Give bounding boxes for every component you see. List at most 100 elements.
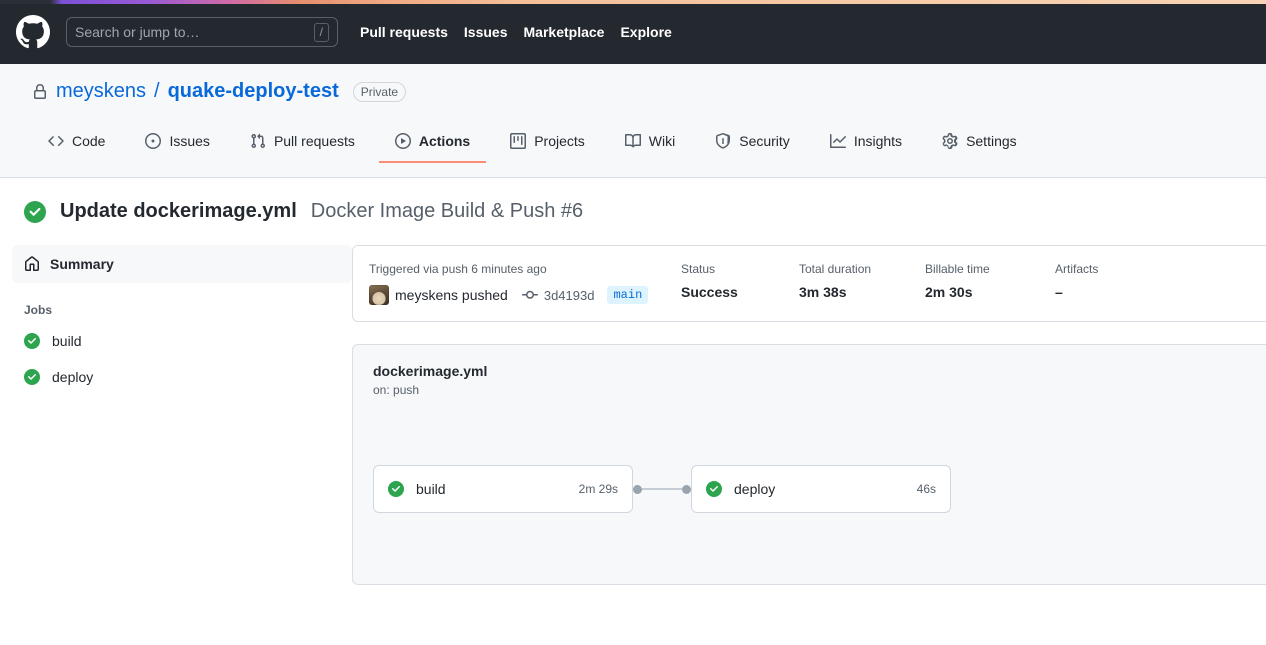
edge-line — [642, 488, 682, 490]
stat-value: 2m 30s — [925, 284, 973, 300]
repo-tab-settings[interactable]: Settings — [926, 125, 1033, 163]
branch-badge[interactable]: main — [607, 286, 649, 304]
sidebar-jobs-heading: Jobs — [24, 303, 53, 317]
sidebar-job-label: deploy — [52, 369, 94, 385]
page-load-progress-bar — [0, 0, 1266, 4]
graph-node-deploy[interactable]: deploy 46s — [691, 465, 951, 513]
repo-tab-label: Projects — [534, 133, 585, 149]
edge-dot-target — [682, 484, 691, 494]
check-circle-fill-icon — [388, 481, 404, 497]
global-header: Search or jump to… / Pull requests Issue… — [0, 0, 1266, 64]
commit-sha[interactable]: 3d4193d — [544, 288, 595, 303]
search-input[interactable]: Search or jump to… / — [66, 17, 338, 47]
stat-label: Billable time — [925, 262, 990, 276]
check-circle-fill-icon — [24, 369, 40, 385]
stat-total-duration: Total duration 3m 38s — [799, 262, 925, 300]
repo-tab-label: Issues — [169, 133, 210, 149]
run-body: Summary Jobs build deploy Triggered via … — [0, 223, 1266, 585]
git-commit-icon — [521, 290, 538, 299]
run-main: Triggered via push 6 minutes ago meysken… — [352, 245, 1266, 585]
repo-tab-issues[interactable]: Issues — [129, 125, 225, 163]
shield-icon — [716, 133, 731, 149]
stat-value: 3m 38s — [799, 284, 847, 300]
run-workflow-label: Docker Image Build & Push #6 — [310, 200, 584, 222]
graph-node-duration: 2m 29s — [578, 482, 618, 496]
repo-header: meyskens / quake-deploy-test Private Cod… — [0, 64, 1266, 178]
repo-tab-label: Actions — [418, 133, 471, 149]
trigger-info: Triggered via push 6 minutes ago meysken… — [369, 262, 681, 305]
github-mark-icon[interactable] — [16, 15, 50, 49]
stat-label: Artifacts — [1055, 262, 1099, 276]
check-circle-fill-icon — [706, 481, 722, 497]
stat-artifacts: Artifacts – — [1055, 262, 1155, 300]
header-nav-issues[interactable]: Issues — [464, 24, 508, 40]
run-summary-panel: Triggered via push 6 minutes ago meysken… — [352, 245, 1266, 322]
issue-opened-icon — [145, 133, 162, 149]
run-header: Update dockerimage.yml Docker Image Buil… — [0, 178, 1266, 223]
repo-tab-label: Settings — [966, 133, 1017, 149]
lock-icon — [34, 83, 46, 99]
sidebar-job-build[interactable]: build — [12, 323, 352, 359]
sidebar-item-summary-label: Summary — [50, 256, 114, 272]
stat-label: Total duration — [799, 262, 872, 276]
repo-tab-wiki[interactable]: Wiki — [609, 125, 691, 163]
actor-name[interactable]: meyskens pushed — [395, 287, 508, 303]
stat-value: Success — [681, 284, 738, 300]
repo-tab-label: Wiki — [648, 133, 676, 149]
stat-label: Status — [681, 262, 716, 276]
edge-dot-source — [633, 484, 642, 494]
workflow-graph-row: build 2m 29s deploy 46s — [373, 465, 1251, 513]
sidebar-job-label: build — [52, 333, 82, 349]
repo-title: meyskens / quake-deploy-test Private — [32, 80, 1234, 103]
home-icon — [25, 256, 39, 271]
repo-tab-projects[interactable]: Projects — [494, 125, 601, 163]
gear-icon — [942, 133, 958, 149]
pusher-row: meyskens pushed 3d4193d main — [369, 285, 681, 305]
check-circle-fill-icon — [24, 333, 40, 349]
avatar[interactable] — [369, 285, 389, 305]
repo-nav: Code Issues Pull requests Actions Projec… — [32, 115, 1234, 163]
trigger-text: Triggered via push 6 minutes ago — [369, 262, 547, 276]
stat-status: Status Success — [681, 262, 799, 300]
workflow-file-name: dockerimage.yml — [373, 363, 488, 379]
stat-value: – — [1055, 284, 1063, 300]
git-pull-request-icon — [251, 133, 265, 149]
search-shortcut-key: / — [313, 22, 329, 42]
header-nav-pull-requests[interactable]: Pull requests — [360, 24, 448, 40]
repo-tab-label: Pull requests — [273, 133, 355, 149]
repo-tab-label: Insights — [853, 133, 903, 149]
repo-name-link[interactable]: quake-deploy-test — [168, 80, 339, 103]
graph-icon — [829, 134, 846, 148]
sidebar-job-deploy[interactable]: deploy — [12, 359, 352, 395]
repo-tab-insights[interactable]: Insights — [814, 125, 918, 163]
graph-node-label: deploy — [734, 481, 776, 497]
workflow-trigger: on: push — [373, 383, 420, 397]
book-icon — [624, 133, 641, 148]
repo-tab-label: Code — [72, 133, 106, 149]
repo-tab-code[interactable]: Code — [32, 125, 121, 163]
header-nav-explore[interactable]: Explore — [620, 24, 671, 40]
run-sidebar: Summary Jobs build deploy — [0, 245, 352, 585]
graph-node-build[interactable]: build 2m 29s — [373, 465, 633, 513]
code-icon — [48, 135, 64, 147]
graph-node-duration: 46s — [916, 482, 936, 496]
graph-node-label: build — [416, 481, 446, 497]
project-icon — [510, 133, 527, 149]
repo-tab-pull-requests[interactable]: Pull requests — [234, 125, 371, 163]
stat-billable-time: Billable time 2m 30s — [925, 262, 1055, 300]
search-placeholder: Search or jump to… — [75, 24, 200, 40]
repo-tab-label: Security — [739, 133, 790, 149]
repo-tab-security[interactable]: Security — [699, 125, 806, 163]
header-nav: Pull requests Issues Marketplace Explore — [360, 24, 672, 40]
repo-tab-actions[interactable]: Actions — [378, 125, 487, 163]
repo-separator: / — [154, 80, 160, 102]
header-nav-marketplace[interactable]: Marketplace — [524, 24, 605, 40]
check-circle-fill-icon — [24, 200, 46, 223]
play-icon — [394, 133, 411, 149]
repo-visibility-badge: Private — [352, 81, 407, 102]
workflow-graph-panel: dockerimage.yml on: push build 2m 29s de… — [352, 344, 1266, 585]
sidebar-item-summary[interactable]: Summary — [12, 245, 352, 283]
graph-edge — [633, 484, 691, 494]
page-title: Update dockerimage.yml — [60, 200, 297, 222]
repo-owner-link[interactable]: meyskens — [56, 80, 146, 103]
